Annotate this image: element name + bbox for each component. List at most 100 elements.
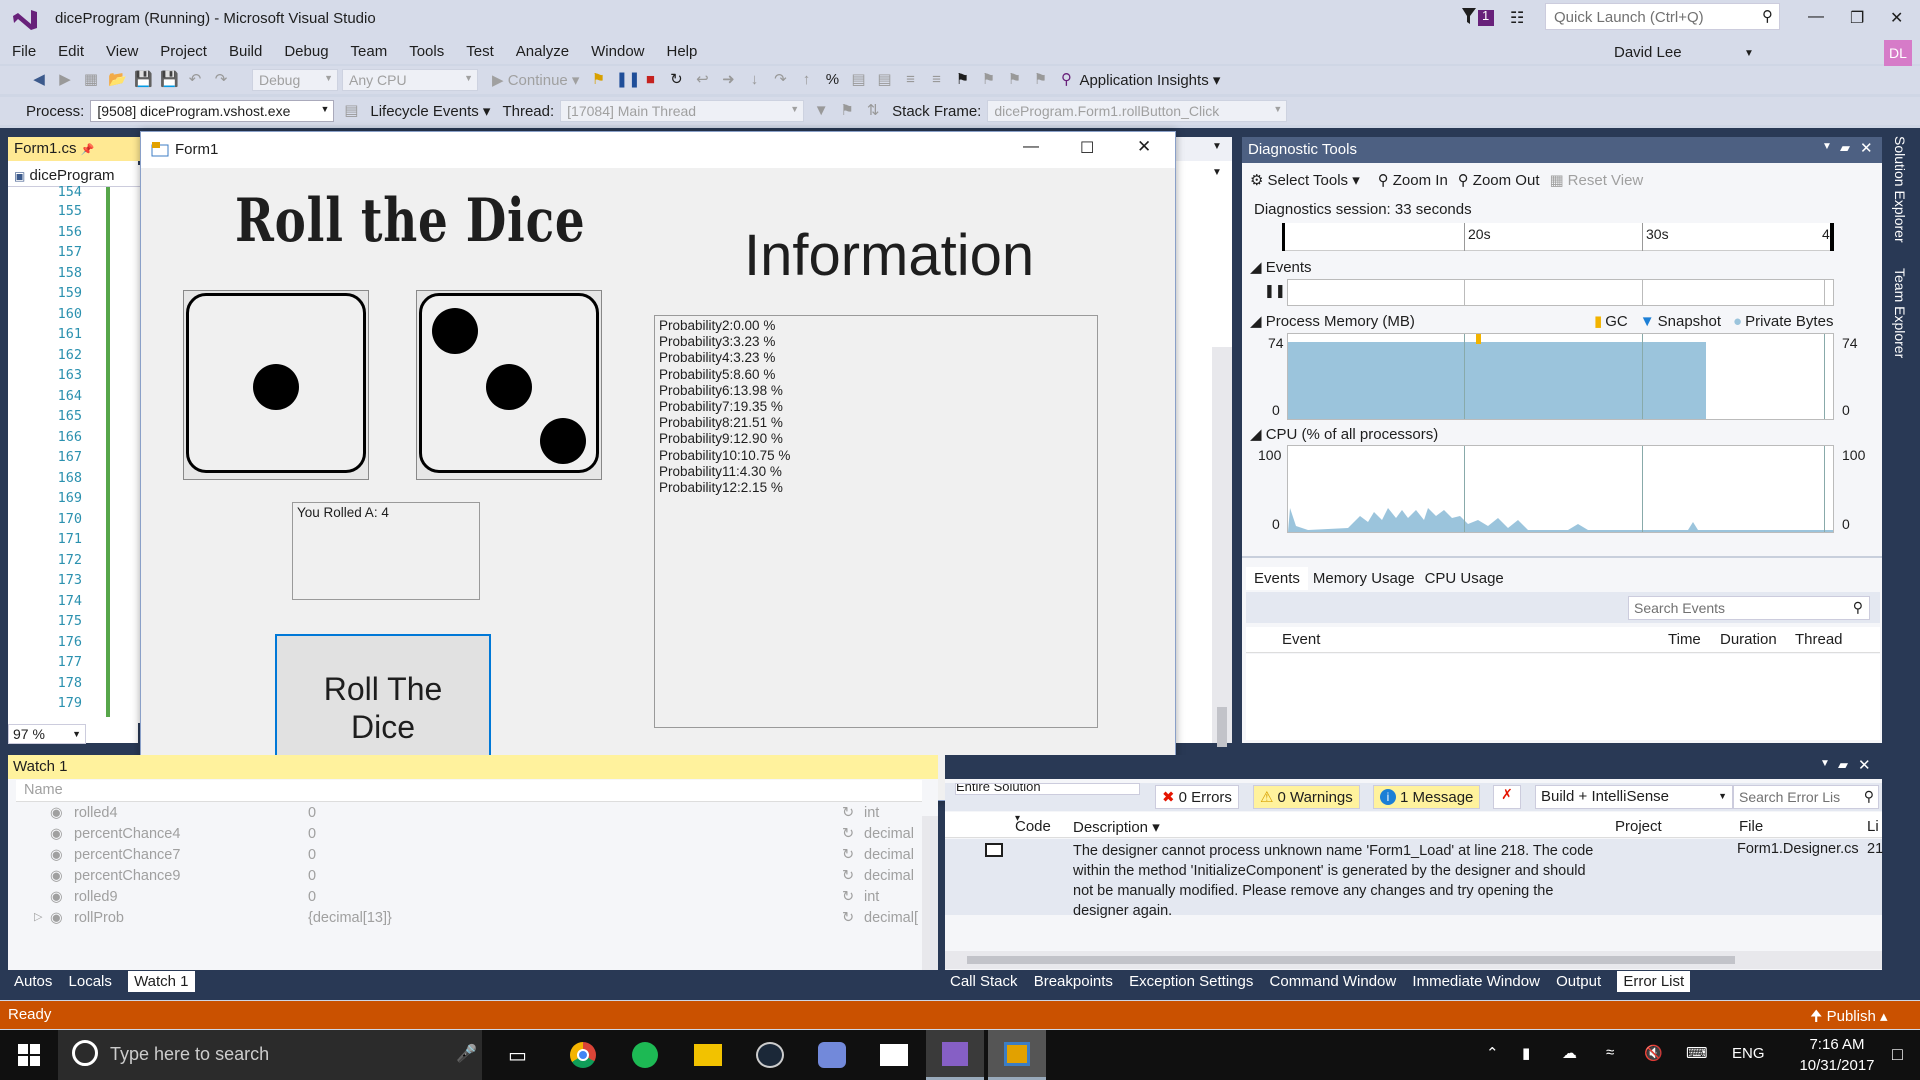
menu-test[interactable]: Test [455, 40, 505, 63]
form1-maximize-button[interactable]: ☐ [1080, 138, 1094, 158]
tab-exception-settings[interactable]: Exception Settings [1129, 973, 1253, 990]
platform-dropdown[interactable]: Any CPU ▼ [342, 69, 478, 91]
volume-muted-icon[interactable]: 🔇 [1644, 1044, 1663, 1062]
menu-team[interactable]: Team [340, 40, 399, 63]
scope-dropdown[interactable]: Entire Solution [955, 783, 1140, 795]
app-insights-button[interactable]: Application Insights ▾ [1079, 71, 1220, 89]
tab-locals[interactable]: Locals [69, 973, 112, 990]
refresh-icon[interactable]: ↻ [842, 910, 854, 926]
lifecycle-events-button[interactable]: Lifecycle Events ▾ [370, 102, 490, 120]
undo-icon[interactable]: ↶ [186, 71, 204, 89]
events-track[interactable] [1287, 279, 1834, 306]
stop-icon[interactable]: ■ [641, 71, 659, 89]
bookmark-icon[interactable]: ⚑ [953, 71, 971, 89]
chevron-down-icon[interactable]: ▼ [1822, 141, 1832, 152]
mail-icon[interactable] [880, 1044, 908, 1066]
column-line[interactable]: Li [1867, 818, 1879, 835]
step-out-icon[interactable]: ↑ [797, 71, 815, 89]
forward-icon[interactable]: ▶ [56, 71, 74, 89]
steam-icon[interactable] [756, 1042, 784, 1068]
search-error-list-input[interactable]: Search Error Lis ⚲ [1733, 785, 1879, 809]
menu-file[interactable]: File [1, 40, 47, 63]
column-code[interactable]: Code [1015, 818, 1051, 835]
menu-help[interactable]: Help [656, 40, 709, 63]
chevron-down-icon[interactable]: ▼ [1212, 141, 1222, 152]
close-icon[interactable]: ✕ [1860, 139, 1873, 157]
tab-watch-1[interactable]: Watch 1 [128, 971, 195, 992]
new-project-icon[interactable]: ▦ [82, 71, 100, 89]
column-thread[interactable]: Thread [1795, 631, 1843, 648]
memory-graph[interactable] [1287, 333, 1834, 420]
prev-bookmark-icon[interactable]: ⚑ [979, 71, 997, 89]
windows-start-icon[interactable] [18, 1044, 40, 1066]
pin-icon[interactable]: ▰ [1838, 757, 1848, 773]
menu-debug[interactable]: Debug [273, 40, 339, 63]
spotify-icon[interactable] [632, 1042, 658, 1068]
errors-filter[interactable]: ✖ 0 Errors [1155, 785, 1239, 809]
wifi-icon[interactable]: ≈ [1606, 1044, 1614, 1061]
tab-autos[interactable]: Autos [14, 973, 52, 990]
exceptions-icon[interactable]: % [823, 71, 841, 89]
save-icon[interactable]: 💾 [134, 71, 153, 89]
refresh-icon[interactable]: ↻ [842, 826, 854, 842]
step-over-icon[interactable]: ➜ [719, 71, 737, 89]
expand-icon[interactable]: ▷ [34, 910, 42, 923]
messages-filter[interactable]: i1 Message [1373, 785, 1481, 809]
find-icon[interactable]: ⚑ [589, 71, 607, 89]
step-into-icon[interactable]: ↓ [745, 71, 763, 89]
cpu-section-label[interactable]: ◢ CPU (% of all processors) [1250, 425, 1438, 443]
flag-icon[interactable]: ⚑ [838, 102, 856, 120]
refresh-icon[interactable]: ↻ [842, 868, 854, 884]
watch-name-header[interactable]: Name [16, 780, 922, 802]
form1-window[interactable]: Form1 — ☐ ✕ Roll the Dice Information Yo… [140, 131, 1176, 801]
column-event[interactable]: Event [1282, 631, 1320, 648]
form1-minimize-button[interactable]: — [1023, 138, 1039, 156]
form1-close-button[interactable]: ✕ [1137, 137, 1151, 157]
restore-button[interactable]: ❐ [1850, 8, 1864, 28]
result-textbox[interactable]: You Rolled A: 4 [292, 502, 480, 600]
indent-icon[interactable]: ≡ [901, 71, 919, 89]
tab-immediate-window[interactable]: Immediate Window [1412, 973, 1540, 990]
watch-row[interactable]: ◉ percentChance4 0 ↻ decimal [16, 824, 936, 845]
app-insights-icon[interactable]: ⚲ [1057, 71, 1075, 89]
visual-studio-taskbar-icon[interactable] [926, 1030, 984, 1080]
editor-scrollbar[interactable] [1212, 347, 1232, 747]
taskbar-search-box[interactable]: Type here to search 🎤 [58, 1030, 482, 1080]
config-dropdown[interactable]: Debug ▼ [252, 69, 338, 91]
zoom-in-button[interactable]: Zoom In [1393, 172, 1448, 189]
watch-row[interactable]: ◉ percentChance9 0 ↻ decimal [16, 866, 936, 887]
refresh-icon[interactable]: ↻ [842, 889, 854, 905]
process-dropdown[interactable]: [9508] diceProgram.vshost.exe ▼ [90, 100, 335, 122]
filter-icon[interactable]: ✗ [1493, 785, 1521, 809]
tab-call-stack[interactable]: Call Stack [950, 973, 1018, 990]
tab-events[interactable]: Events [1246, 566, 1308, 590]
menu-analyze[interactable]: Analyze [505, 40, 580, 63]
watch-row[interactable]: ▷ ◉ rollProb {decimal[13]} ↻ decimal[ [16, 908, 936, 929]
watch-row[interactable]: ◉ rolled9 0 ↻ int [16, 887, 936, 908]
avatar[interactable]: DL [1884, 40, 1912, 66]
chevron-down-icon[interactable]: ▼ [1820, 758, 1830, 769]
column-project[interactable]: Project [1615, 818, 1662, 835]
watch-scrollbar[interactable] [922, 816, 938, 970]
action-center-icon[interactable]: □ [1892, 1044, 1903, 1065]
tab-memory-usage[interactable]: Memory Usage [1308, 567, 1420, 590]
stack-frame-dropdown[interactable]: diceProgram.Form1.rollButton_Click ▼ [987, 100, 1288, 122]
zoom-combo[interactable]: 97 % ▼ [8, 724, 86, 744]
menu-view[interactable]: View [95, 40, 149, 63]
pause-icon[interactable]: ❚❚ [615, 71, 640, 89]
clock[interactable]: 7:16 AM 10/31/2017 [1792, 1034, 1882, 1076]
chrome-icon[interactable] [570, 1042, 596, 1068]
close-icon[interactable]: ✕ [1858, 756, 1871, 774]
search-events-input[interactable]: Search Events ⚲ [1628, 596, 1870, 620]
publish-button[interactable]: 🠉 Publish ▴ [1810, 1006, 1888, 1031]
column-time[interactable]: Time [1668, 631, 1701, 648]
memory-section-label[interactable]: ◢ Process Memory (MB) [1250, 312, 1415, 330]
menu-build[interactable]: Build [218, 40, 273, 63]
column-duration[interactable]: Duration [1720, 631, 1777, 648]
watch-row[interactable]: ◉ rolled4 0 ↻ int [16, 803, 936, 824]
continue-button[interactable]: ▶ Continue ▾ [492, 71, 579, 89]
step-back-icon[interactable]: ↷ [771, 71, 789, 89]
stack-icon[interactable]: ⇅ [864, 102, 882, 120]
filter-icon[interactable]: ▼ [812, 102, 830, 120]
tab-breakpoints[interactable]: Breakpoints [1034, 973, 1113, 990]
